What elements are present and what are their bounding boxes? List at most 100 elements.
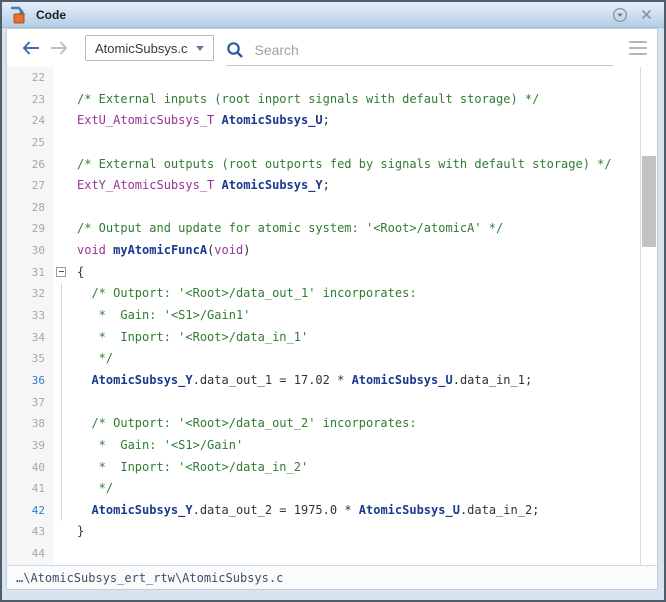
fold-gutter (53, 197, 71, 219)
code-text: AtomicSubsys_Y.data_out_1 = 17.02 * Atom… (91, 372, 533, 387)
code-line[interactable]: 40 * Inport: '<Root>/data_in_2' (7, 456, 640, 479)
code-text: ExtU_AtomicSubsys_T AtomicSubsys_U; (77, 113, 330, 128)
code-text: /* External outputs (root outports fed b… (77, 156, 612, 171)
code-line[interactable]: 36 AtomicSubsys_Y.data_out_1 = 17.02 * A… (7, 369, 640, 392)
code-line[interactable]: 39 * Gain: '<S1>/Gain' (7, 434, 640, 457)
line-number: 25 (7, 131, 53, 154)
arrow-left-icon (22, 41, 39, 55)
window-title: Code (36, 7, 66, 22)
fold-gutter (53, 521, 71, 543)
code-line[interactable]: 37 (7, 391, 640, 414)
code-line[interactable]: 35 */ (7, 348, 640, 370)
line-number: 37 (7, 391, 53, 414)
code-text: void myAtomicFuncA(void) (77, 243, 251, 258)
line-number: 38 (7, 413, 53, 435)
fold-collapse-icon[interactable] (56, 266, 66, 277)
fold-gutter (53, 262, 71, 284)
code-text: { (77, 264, 85, 279)
fold-gutter (53, 89, 71, 111)
line-number: 42 (7, 499, 53, 522)
line-number: 24 (7, 110, 53, 132)
code-panel: AtomicSubsys.c 2223 /* External inputs (r… (6, 28, 658, 590)
fold-gutter (53, 175, 71, 197)
code-line[interactable]: 41 */ (7, 478, 640, 500)
code-window: Code AtomicSubsys.c Search 22 23 /* Exte… (0, 0, 666, 602)
code-lines: 22 23 /* External inputs (root inport sign… (7, 67, 640, 565)
fold-gutter (53, 434, 71, 457)
code-line[interactable]: 22 (7, 67, 640, 89)
code-text: */ (77, 351, 114, 366)
search-field (226, 35, 613, 66)
code-line[interactable]: 38 /* Outport: '<Root>/data_out_2' incor… (7, 413, 640, 435)
line-number: 26 (7, 153, 53, 176)
back-button[interactable] (19, 36, 43, 60)
fold-gutter (53, 305, 71, 327)
line-number: 39 (7, 434, 53, 457)
fold-gutter (53, 218, 71, 240)
fold-gutter (53, 283, 71, 305)
fold-gutter (53, 240, 71, 262)
line-number: 29 (7, 218, 53, 241)
arrow-right-icon (51, 41, 68, 55)
code-text: } (77, 524, 85, 539)
statusbar: …\AtomicSubsys_ert_rtw\AtomicSubsys.c (7, 565, 657, 589)
toolbar: AtomicSubsys.c (7, 29, 657, 67)
code-line[interactable]: 25 (7, 131, 640, 154)
code-line[interactable]: 42 AtomicSubsys_Y.data_out_2 = 1975.0 * … (7, 499, 640, 522)
line-number: 36 (7, 369, 53, 392)
dock-options-icon[interactable] (610, 6, 630, 24)
code-text: * Inport: '<Root>/data_in_2' (77, 459, 309, 474)
line-number: 40 (7, 456, 53, 479)
forward-button[interactable] (47, 36, 71, 60)
code-line[interactable]: 29 /* Output and update for atomic system… (7, 218, 640, 241)
code-line[interactable]: 28 (7, 196, 640, 219)
code-text: * Inport: '<Root>/data_in_1' (77, 329, 309, 344)
fold-gutter (53, 499, 71, 522)
code-text: * Gain: '<S1>/Gain' (77, 437, 244, 452)
code-line[interactable]: 32 /* Outport: '<Root>/data_out_1' incor… (7, 283, 640, 306)
code-line[interactable]: 33 * Gain: '<S1>/Gain1' (7, 305, 640, 327)
code-line[interactable]: 43} (7, 521, 640, 544)
fold-gutter (53, 67, 71, 89)
line-number: 23 (7, 88, 53, 111)
line-number: 32 (7, 283, 53, 306)
scrollbar-thumb[interactable] (642, 156, 656, 247)
search-input[interactable] (252, 40, 613, 59)
code-editor: 22 23 /* External inputs (root inport sign… (7, 67, 657, 565)
code-text: /* External inputs (root inport signals … (77, 91, 540, 106)
file-selector-dropdown[interactable]: AtomicSubsys.c (85, 35, 215, 61)
code-line[interactable]: 23 /* External inputs (root inport signal… (7, 88, 640, 111)
code-line[interactable]: 31 { (7, 261, 640, 284)
vertical-scrollbar[interactable] (640, 67, 657, 565)
menu-icon[interactable] (629, 41, 647, 55)
code-line[interactable]: 30 void myAtomicFuncA(void) (7, 240, 640, 262)
file-selector-value: AtomicSubsys.c (95, 40, 188, 56)
line-number: 43 (7, 521, 53, 544)
line-number: 34 (7, 326, 53, 349)
fold-gutter (53, 154, 71, 176)
fold-gutter (53, 543, 71, 565)
code-text: * Gain: '<S1>/Gain1' (77, 308, 251, 323)
fold-gutter (53, 369, 71, 392)
simulink-code-icon (11, 6, 26, 23)
search-icon (227, 41, 244, 58)
chevron-down-icon (196, 45, 205, 51)
file-path: …\AtomicSubsys_ert_rtw\AtomicSubsys.c (16, 570, 284, 585)
close-icon[interactable] (636, 6, 656, 24)
titlebar: Code (2, 2, 664, 28)
line-number: 41 (7, 478, 53, 500)
code-line[interactable]: 26 /* External outputs (root outports fed… (7, 153, 640, 176)
code-text: /* Outport: '<Root>/data_out_1' incorpor… (77, 286, 417, 301)
code-line[interactable]: 27 ExtY_AtomicSubsys_T AtomicSubsys_Y; (7, 175, 640, 197)
line-number: 31 (7, 261, 53, 284)
code-line[interactable]: 34 * Inport: '<Root>/data_in_1' (7, 326, 640, 349)
code-text: /* Output and update for atomic system: … (77, 221, 504, 236)
code-text: /* Outport: '<Root>/data_out_2' incorpor… (77, 416, 417, 431)
code-line[interactable]: 24 ExtU_AtomicSubsys_T AtomicSubsys_U; (7, 110, 640, 132)
code-text: AtomicSubsys_Y.data_out_2 = 1975.0 * Ato… (91, 502, 540, 517)
fold-gutter (53, 348, 71, 370)
fold-gutter (53, 110, 71, 132)
code-line[interactable]: 44 (7, 543, 640, 565)
